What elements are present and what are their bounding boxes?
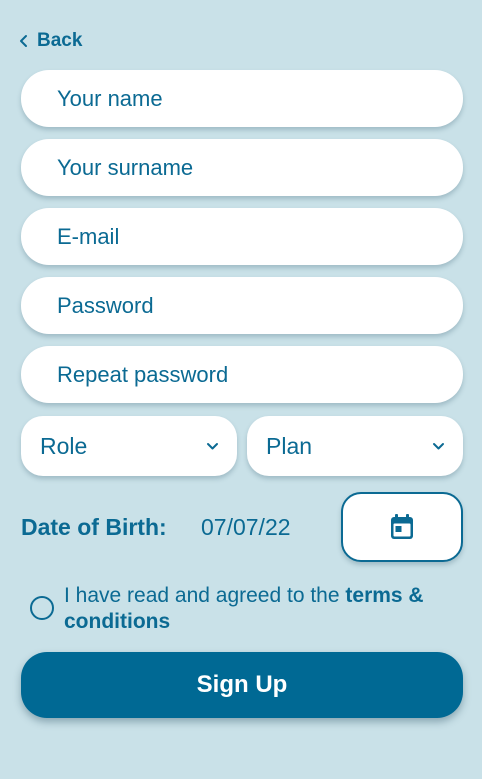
sign-up-button[interactable]: Sign Up — [21, 652, 463, 718]
email-input[interactable] — [55, 222, 463, 251]
terms-checkbox[interactable] — [30, 596, 54, 620]
plan-select[interactable]: Plan — [247, 416, 463, 476]
date-of-birth-value: 07/07/22 — [201, 514, 291, 540]
plan-select-label: Plan — [266, 432, 313, 459]
repeat-password-field[interactable] — [21, 346, 463, 403]
surname-field[interactable] — [21, 139, 463, 196]
name-field[interactable] — [21, 70, 463, 127]
role-select-label: Role — [40, 432, 88, 459]
password-input[interactable] — [55, 291, 463, 320]
terms-prefix: I have read and agreed to the — [64, 584, 346, 607]
repeat-password-input[interactable] — [55, 360, 463, 389]
name-input[interactable] — [55, 84, 463, 113]
chevron-down-icon — [433, 442, 444, 449]
back-link[interactable]: Back — [19, 29, 82, 53]
chevron-left-icon — [20, 35, 27, 47]
back-label: Back — [37, 30, 83, 51]
date-picker-button[interactable] — [341, 492, 463, 562]
surname-input[interactable] — [55, 153, 463, 182]
date-of-birth-label: Date of Birth: — [21, 514, 167, 540]
calendar-icon — [391, 514, 413, 539]
terms-text: I have read and agreed to the terms & co… — [64, 583, 464, 635]
role-select[interactable]: Role — [21, 416, 237, 476]
password-field[interactable] — [21, 277, 463, 334]
chevron-down-icon — [207, 442, 218, 449]
email-field[interactable] — [21, 208, 463, 265]
